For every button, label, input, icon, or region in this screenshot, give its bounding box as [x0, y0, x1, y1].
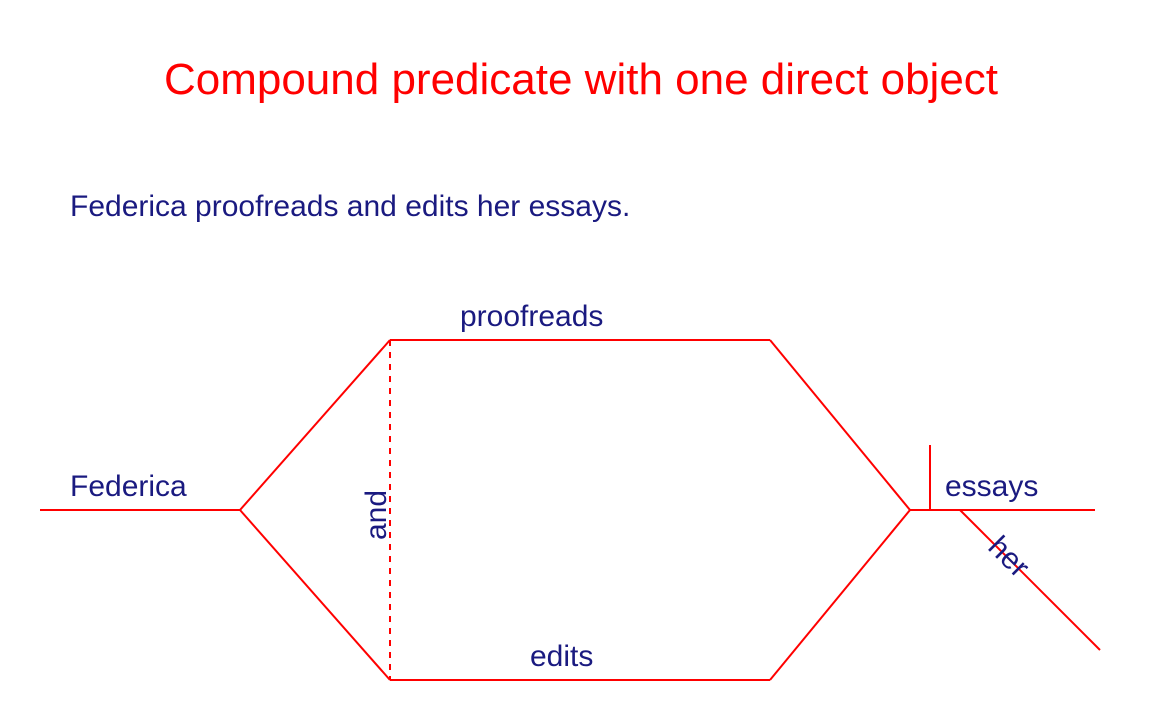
diagram-lines [0, 0, 1162, 724]
label-conjunction: and [360, 490, 394, 540]
diagram-stage: Compound predicate with one direct objec… [0, 0, 1162, 724]
label-verb2: edits [530, 640, 593, 674]
split-up-line [240, 340, 390, 510]
label-object: essays [945, 470, 1038, 504]
merge-down-line [770, 510, 910, 680]
modifier-line [960, 510, 1100, 650]
merge-up-line [770, 340, 910, 510]
label-verb1: proofreads [460, 300, 603, 334]
label-subject: Federica [70, 470, 187, 504]
